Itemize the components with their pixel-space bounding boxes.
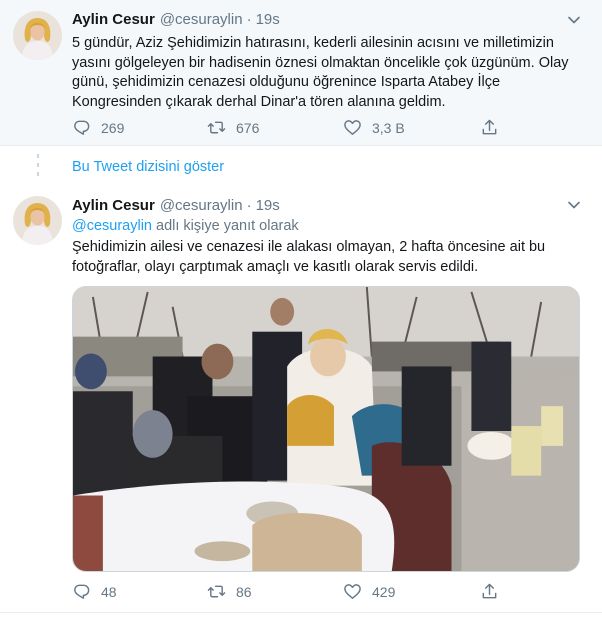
- thread-connector: [37, 163, 39, 167]
- retweet-icon: [207, 121, 226, 134]
- tweet-photo[interactable]: [72, 286, 580, 572]
- separator-dot: ·: [246, 197, 252, 214]
- retweet-count: 676: [236, 119, 260, 136]
- reply-mention-link[interactable]: @cesuraylin: [72, 218, 152, 234]
- thread-connector: [37, 172, 39, 176]
- separator-dot: ·: [246, 11, 252, 28]
- reply-icon: [74, 120, 90, 135]
- share-button[interactable]: [480, 582, 499, 601]
- reply-count: 269: [101, 119, 125, 136]
- share-button[interactable]: [480, 118, 499, 137]
- heart-icon: [344, 584, 361, 599]
- like-count: 3,3 B: [372, 119, 405, 136]
- reply-button[interactable]: 269: [72, 118, 207, 137]
- heart-icon: [344, 120, 361, 135]
- tweet-text: Şehidimizin ailesi ve cenazesi ile alaka…: [72, 239, 546, 275]
- avatar[interactable]: [13, 196, 62, 245]
- tweet-text: 5 gündür, Aziz Şehidimizin hatırasını, k…: [72, 35, 569, 110]
- like-button[interactable]: 429: [343, 582, 480, 601]
- divider: [0, 612, 602, 613]
- author-name[interactable]: Aylin Cesur: [72, 11, 155, 28]
- chevron-down-icon[interactable]: [564, 195, 584, 215]
- reply-button[interactable]: 48: [72, 582, 207, 601]
- tweet-header: Aylin Cesur @cesuraylin · 19s: [72, 11, 280, 28]
- show-thread-link[interactable]: Bu Tweet dizisini göster: [72, 159, 224, 175]
- tweet-time[interactable]: 19s: [256, 11, 280, 28]
- author-handle[interactable]: @cesuraylin: [160, 197, 243, 214]
- thread-connector: [37, 154, 39, 158]
- retweet-button[interactable]: 676: [207, 118, 343, 137]
- like-count: 429: [372, 583, 396, 600]
- tweet-1[interactable]: Aylin Cesur @cesuraylin · 19s 5 gündür, …: [0, 0, 602, 146]
- author-name[interactable]: Aylin Cesur: [72, 197, 155, 214]
- tweet-header: Aylin Cesur @cesuraylin · 19s: [72, 197, 280, 214]
- tweet-actions: 48 86 429: [72, 582, 499, 601]
- author-handle[interactable]: @cesuraylin: [160, 11, 243, 28]
- chevron-down-icon[interactable]: [564, 10, 584, 30]
- reply-to-suffix: adlı kişiye yanıt olarak: [152, 218, 299, 234]
- retweet-count: 86: [236, 583, 252, 600]
- reply-icon: [74, 584, 90, 599]
- like-button[interactable]: 3,3 B: [343, 118, 480, 137]
- share-icon: [482, 119, 497, 135]
- replying-to: @cesuraylin adlı kişiye yanıt olarak: [72, 218, 299, 234]
- tweet-time[interactable]: 19s: [256, 197, 280, 214]
- share-icon: [482, 583, 497, 599]
- tweet-actions: 269 676 3,3 B: [72, 118, 499, 137]
- retweet-button[interactable]: 86: [207, 582, 343, 601]
- avatar[interactable]: [13, 11, 62, 60]
- reply-count: 48: [101, 583, 117, 600]
- retweet-icon: [207, 585, 226, 598]
